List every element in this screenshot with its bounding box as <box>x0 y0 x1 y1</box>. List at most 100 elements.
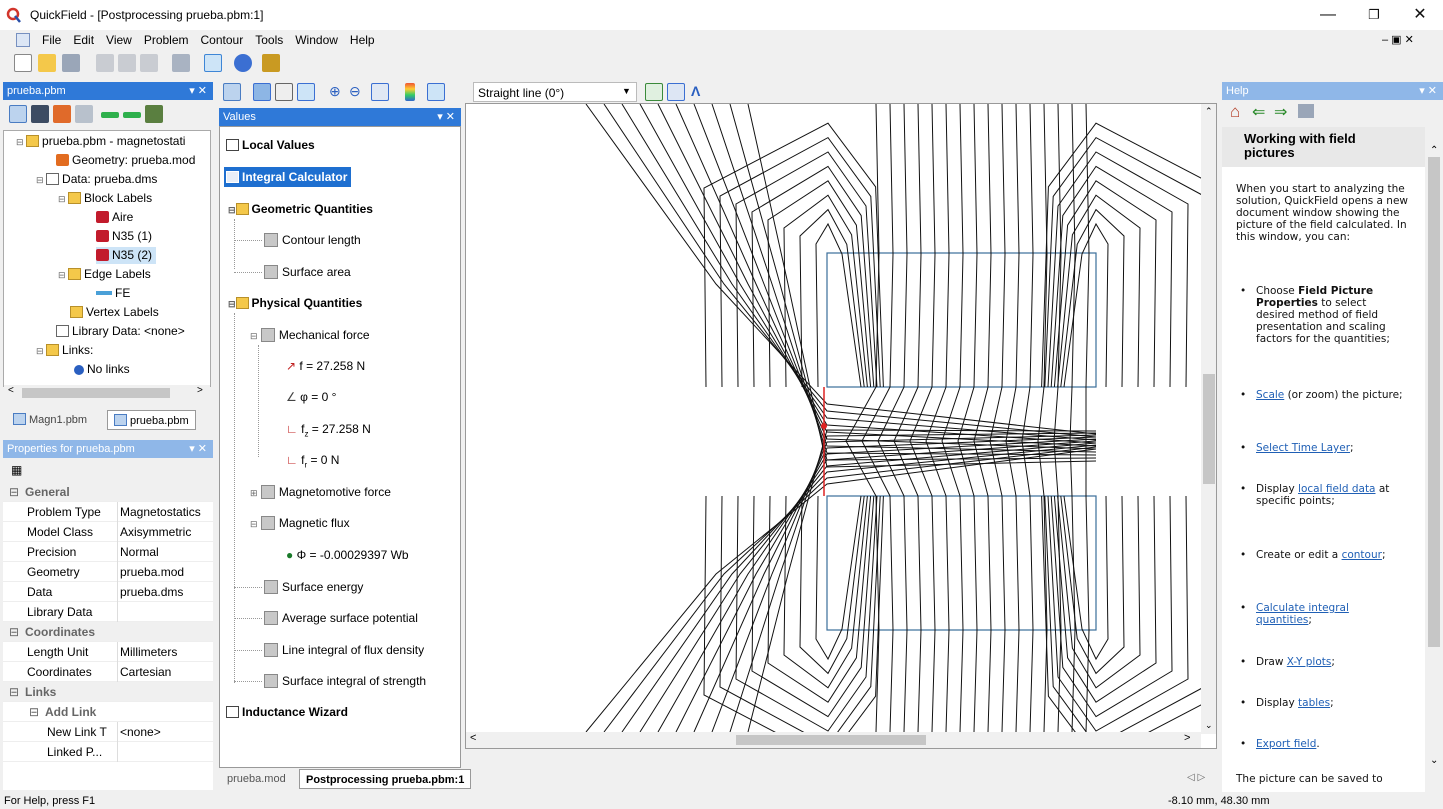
scroll-left-icon[interactable]: < <box>8 385 14 396</box>
tab-prueba[interactable]: prueba.pbm <box>107 410 196 430</box>
mechanical-force-item[interactable]: ⊟ Mechanical force <box>250 325 370 346</box>
help-scrollbar[interactable]: ⌃ ⌄ <box>1425 127 1443 792</box>
table-icon[interactable] <box>667 83 685 101</box>
physical-quantities-item[interactable]: ⊟ Physical Quantities <box>228 293 362 314</box>
menu-window[interactable]: Window <box>289 30 344 50</box>
plot-icon[interactable] <box>645 83 663 101</box>
prop-add-link[interactable]: ⊟ Add Link <box>3 702 213 722</box>
prop-category-coordinates[interactable]: ⊟ Coordinates <box>3 622 213 642</box>
panel-close-icon[interactable]: ▾ ✕ <box>437 108 455 126</box>
context-help-icon[interactable] <box>204 54 222 72</box>
prop-row[interactable]: Linked P... <box>3 742 213 762</box>
surface-energy-item[interactable]: Surface energy <box>264 577 363 597</box>
view-icon[interactable] <box>9 105 27 123</box>
save-problem-icon[interactable] <box>31 105 49 123</box>
contour-length-item[interactable]: Contour length <box>264 230 361 250</box>
integral-icon[interactable] <box>297 83 315 101</box>
surface-integral-item[interactable]: Surface integral of strength <box>264 671 426 691</box>
xy-plot-icon[interactable] <box>253 83 271 101</box>
restore-button[interactable]: ❐ <box>1351 0 1397 30</box>
scroll-down-icon[interactable]: ⌄ <box>1205 720 1213 731</box>
menu-contour[interactable]: Contour <box>195 30 250 50</box>
prop-row[interactable]: Coordinates Cartesian <box>3 662 213 682</box>
tree-item[interactable]: ⊟ Edge Labels <box>58 266 151 284</box>
print-icon[interactable] <box>1298 104 1314 118</box>
field-picture-canvas[interactable]: ⌃ ⌄ < > <box>465 103 1217 749</box>
paste-icon[interactable] <box>140 54 158 72</box>
menu-problem[interactable]: Problem <box>138 30 195 50</box>
prop-row[interactable]: Model Class Axisymmetric <box>3 522 213 542</box>
cut-icon[interactable] <box>96 54 114 72</box>
help-link-contour[interactable]: contour <box>1342 549 1382 561</box>
close-button[interactable]: ✕ <box>1397 0 1443 30</box>
open-icon[interactable] <box>38 54 56 72</box>
panel-close-icon[interactable]: ▾ ✕ <box>189 440 207 458</box>
tab-scroll-arrows[interactable]: ◁ ▷ <box>1187 772 1205 783</box>
scroll-thumb[interactable] <box>1428 157 1440 647</box>
line-integral-item[interactable]: Line integral of flux density <box>264 640 424 660</box>
solve-icon[interactable] <box>101 112 119 118</box>
panel-close-icon[interactable]: ▾ ✕ <box>189 82 207 100</box>
magnetic-flux-item[interactable]: ⊟ Magnetic flux <box>250 513 350 534</box>
local-values-icon[interactable] <box>275 83 293 101</box>
prop-row[interactable]: Geometry prueba.mod <box>3 562 213 582</box>
tree-item[interactable]: ⊟ Links: <box>36 342 93 360</box>
menu-help[interactable]: Help <box>344 30 381 50</box>
scroll-right-icon[interactable]: > <box>197 385 203 396</box>
tree-item[interactable]: ⊟ prueba.pbm - magnetostati <box>16 133 185 151</box>
print-icon[interactable] <box>172 54 190 72</box>
field-picture-icon[interactable] <box>223 83 241 101</box>
document-icon[interactable] <box>16 33 30 47</box>
prop-row[interactable]: New Link T <none> <box>3 722 213 742</box>
prop-category-general[interactable]: ⊟ General <box>3 482 213 502</box>
problem-icon[interactable] <box>262 54 280 72</box>
contour-tool-icon[interactable]: Λ <box>691 83 709 101</box>
new-icon[interactable] <box>14 54 32 72</box>
panel-close-icon[interactable]: ▾ ✕ <box>1419 82 1437 100</box>
tab-prueba-mod[interactable]: prueba.mod <box>221 769 292 789</box>
zoom-out-icon[interactable]: ⊖ <box>349 83 367 101</box>
local-values-item[interactable]: Local Values <box>226 135 315 155</box>
forward-icon[interactable]: ⇒ <box>1274 102 1287 122</box>
prop-row[interactable]: Problem Type Magnetostatics <box>3 502 213 522</box>
help-link-scale[interactable]: Scale <box>1256 389 1284 401</box>
menu-edit[interactable]: Edit <box>67 30 100 50</box>
tree-item[interactable]: Geometry: prueba.mod <box>56 152 195 169</box>
tree-item[interactable]: Vertex Labels <box>70 304 159 321</box>
mdi-controls[interactable]: – ▣ ✕ <box>1382 33 1414 46</box>
scroll-up-icon[interactable]: ⌃ <box>1205 106 1213 117</box>
menu-view[interactable]: View <box>100 30 138 50</box>
help-link-xy-plots[interactable]: X-Y plots <box>1287 656 1332 668</box>
prop-row[interactable]: Precision Normal <box>3 542 213 562</box>
horizontal-scrollbar[interactable]: < > <box>4 385 210 401</box>
tree-item[interactable]: No links <box>74 361 130 378</box>
prop-category-links[interactable]: ⊟ Links <box>3 682 213 702</box>
scroll-thumb[interactable] <box>22 388 170 398</box>
copy-icon[interactable] <box>118 54 136 72</box>
tab-postprocessing[interactable]: Postprocessing prueba.pbm:1 <box>299 769 472 789</box>
magnetomotive-force-item[interactable]: ⊞ Magnetomotive force <box>250 482 391 503</box>
menu-tools[interactable]: Tools <box>249 30 289 50</box>
tree-item[interactable]: ⊟ Block Labels <box>58 190 152 208</box>
help-link-tables[interactable]: tables <box>1298 697 1330 709</box>
tree-item[interactable]: N35 (1) <box>96 228 152 245</box>
home-icon[interactable]: ⌂ <box>1230 102 1240 122</box>
minimize-button[interactable]: — <box>1305 0 1351 30</box>
menu-file[interactable]: File <box>36 30 67 50</box>
help-link-export[interactable]: Export field <box>1256 738 1316 750</box>
back-icon[interactable]: ⇐ <box>1252 102 1265 122</box>
color-scale-icon[interactable] <box>405 83 415 101</box>
prop-row[interactable]: Data prueba.dms <box>3 582 213 602</box>
prop-row[interactable]: Library Data <box>3 602 213 622</box>
scroll-thumb[interactable] <box>1203 374 1215 484</box>
surface-area-item[interactable]: Surface area <box>264 262 351 282</box>
save-icon[interactable] <box>62 54 80 72</box>
scroll-right-icon[interactable]: > <box>1184 732 1190 744</box>
tab-magn1[interactable]: Magn1.pbm <box>7 410 93 430</box>
help-link-integral[interactable]: Calculate integral quantities <box>1256 602 1349 626</box>
geometry-tool-icon[interactable] <box>53 105 71 123</box>
zoom-in-icon[interactable]: ⊕ <box>329 83 347 101</box>
properties-icon[interactable] <box>75 105 93 123</box>
help-icon[interactable] <box>234 54 252 72</box>
contour-type-select[interactable]: Straight line (0°) ▼ <box>473 82 637 102</box>
